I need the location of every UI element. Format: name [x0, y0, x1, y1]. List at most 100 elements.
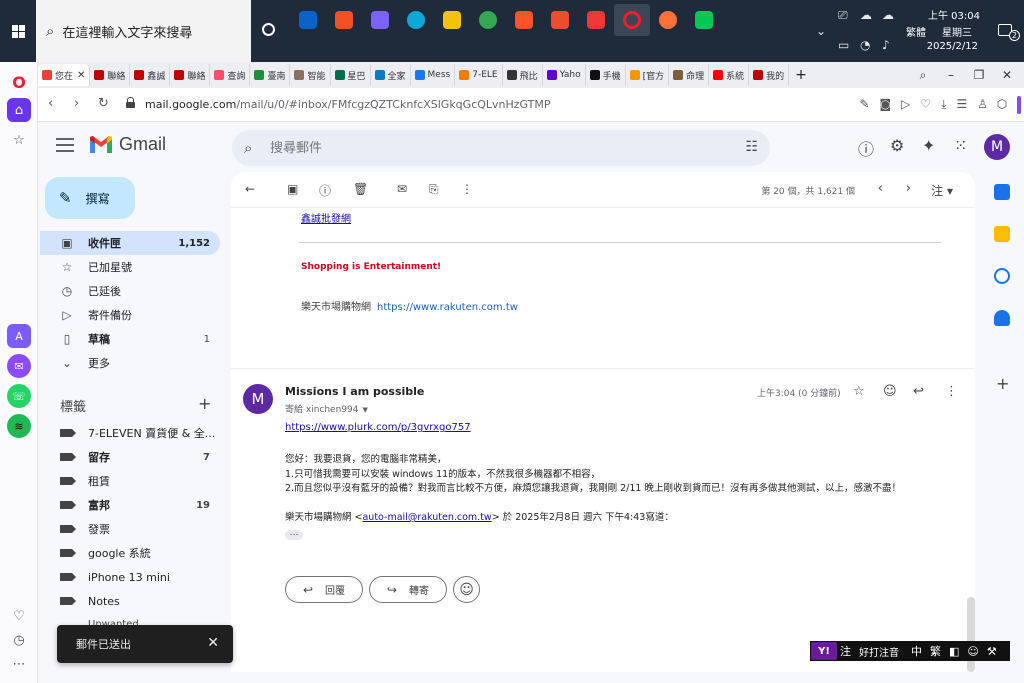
tab-search-icon[interactable]: ⌕: [910, 62, 936, 88]
archive-icon[interactable]: ▣: [287, 182, 298, 196]
browser-tab[interactable]: 星巴: [331, 64, 371, 86]
browser-tab[interactable]: [官方: [626, 64, 670, 86]
gmail-logo[interactable]: Gmail: [88, 134, 166, 155]
label-item[interactable]: iPhone 13 mini: [40, 565, 220, 589]
previous-message-link[interactable]: 鑫誠批發網: [301, 210, 351, 225]
newer-icon[interactable]: ‹: [878, 181, 883, 196]
browser-tab[interactable]: 命理: [669, 64, 710, 86]
forward-icon[interactable]: ›: [74, 96, 79, 111]
forward-button[interactable]: ↪ 轉寄: [369, 576, 447, 603]
settings-gear-icon[interactable]: ⚙: [890, 136, 904, 155]
restore-button[interactable]: ❐: [966, 62, 992, 88]
star-icon[interactable]: ☆: [853, 384, 865, 399]
label-item[interactable]: 富邦 19: [40, 493, 220, 517]
chrome-app-icon[interactable]: [470, 4, 506, 36]
new-tab-button[interactable]: +: [795, 67, 807, 83]
clock-time[interactable]: 上午 03:04: [928, 7, 980, 22]
search-options-icon[interactable]: ☷: [745, 139, 758, 155]
browser-tab[interactable]: 鑫誠: [130, 64, 171, 86]
edit-icon[interactable]: ✎: [859, 97, 869, 112]
input-tools-select[interactable]: 注 ▾: [931, 182, 953, 199]
browser-tab[interactable]: Yaho: [543, 64, 586, 86]
compose-button[interactable]: ✎ 撰寫: [45, 177, 135, 219]
browser-tab[interactable]: 您在 ✕: [38, 64, 91, 86]
lock-icon[interactable]: [126, 97, 135, 108]
shopee-app-icon[interactable]: [542, 4, 578, 36]
messenger-icon[interactable]: ✉: [7, 354, 31, 378]
mark-unread-icon[interactable]: ✉: [397, 182, 407, 196]
close-tab-icon[interactable]: ✕: [77, 70, 85, 81]
volume-icon[interactable]: ♪: [882, 38, 890, 52]
browser-tab[interactable]: 系統: [709, 64, 750, 86]
browser-tab[interactable]: 全家: [371, 64, 411, 86]
browser-tab[interactable]: 我的: [749, 64, 790, 86]
search-icon[interactable]: ⌕: [244, 139, 252, 157]
close-window-button[interactable]: ✕: [994, 62, 1020, 88]
keep-icon[interactable]: [994, 226, 1010, 242]
older-icon[interactable]: ›: [906, 181, 911, 196]
line-app-icon[interactable]: [686, 4, 722, 36]
emoji-button[interactable]: ☺: [453, 576, 480, 603]
vivaldi-app-icon[interactable]: [578, 4, 614, 36]
help-icon[interactable]: ⓘ: [858, 136, 874, 160]
label-item[interactable]: 租賃: [40, 469, 220, 493]
history-icon[interactable]: ◷: [7, 628, 31, 652]
aria-ai-icon[interactable]: A: [7, 324, 31, 348]
ime-script[interactable]: 繁: [930, 643, 941, 659]
show-hidden-icons-chevron-icon[interactable]: ⌄: [816, 24, 826, 38]
report-spam-icon[interactable]: ⓘ: [319, 182, 331, 199]
browser-tab[interactable]: 查詢: [210, 64, 251, 86]
whatsapp-icon[interactable]: ☏: [7, 384, 31, 408]
file-explorer-app-icon[interactable]: [434, 4, 470, 36]
edge-app-icon[interactable]: [398, 4, 434, 36]
more-actions-icon[interactable]: ⋮: [461, 182, 473, 196]
phone-link-icon[interactable]: ⎚: [838, 8, 848, 23]
nav-item[interactable]: ▯ 草稿 1: [40, 327, 220, 351]
mail-search-input[interactable]: [270, 138, 710, 158]
show-trimmed-content-button[interactable]: …: [285, 529, 303, 540]
tasks-icon[interactable]: [994, 268, 1010, 284]
copilot-app-icon[interactable]: [362, 4, 398, 36]
spotify-icon[interactable]: ≋: [7, 414, 31, 438]
google-apps-icon[interactable]: ⁙: [954, 136, 967, 155]
profile-icon[interactable]: ♙: [977, 97, 988, 112]
download-icon[interactable]: ⤓: [941, 97, 946, 112]
firefox-app-icon[interactable]: [650, 4, 686, 36]
store-app-icon[interactable]: [326, 4, 362, 36]
camera-icon[interactable]: ◙: [880, 97, 892, 112]
battery-icon[interactable]: ▭: [838, 38, 849, 52]
outlook-app-icon[interactable]: [290, 4, 326, 36]
calendar-icon[interactable]: [994, 184, 1010, 200]
favorites-heart-icon[interactable]: ♡: [7, 604, 31, 628]
move-to-icon[interactable]: ⎘: [429, 182, 439, 197]
heart-icon[interactable]: ♡: [920, 97, 931, 112]
cloud-off-icon[interactable]: ☁: [860, 8, 872, 22]
ime-lang[interactable]: 中: [911, 643, 922, 659]
quote-email-link[interactable]: auto-mail@rakuten.com.tw: [362, 512, 491, 523]
clock-weekday[interactable]: 星期三: [942, 24, 972, 39]
browser-tab[interactable]: 智能: [290, 64, 331, 86]
ime-halfwidth-icon[interactable]: ◧: [949, 645, 959, 658]
sender-avatar[interactable]: M: [243, 384, 273, 414]
browser-tab[interactable]: 7-ELE: [455, 64, 503, 86]
ime-punct-icon[interactable]: ☺: [967, 645, 978, 658]
ime-mode[interactable]: 注: [840, 643, 851, 659]
clock-date[interactable]: 2025/2/12: [927, 41, 978, 52]
browser-tab[interactable]: 飛比: [503, 64, 543, 86]
message-more-icon[interactable]: ⋮: [945, 384, 958, 399]
nav-item[interactable]: ◷ 已延後: [40, 279, 220, 303]
minimize-button[interactable]: –: [938, 62, 964, 88]
browser-tab[interactable]: 聯絡: [90, 64, 131, 86]
label-item[interactable]: google 系統: [40, 541, 220, 565]
easy-setup-icon[interactable]: ☰: [956, 97, 967, 112]
browser-tab[interactable]: 聯絡: [170, 64, 211, 86]
close-snackbar-icon[interactable]: ✕: [207, 635, 219, 651]
onedrive-icon[interactable]: ☁: [882, 8, 894, 22]
send-icon[interactable]: ▷: [901, 97, 910, 112]
add-label-icon[interactable]: +: [198, 394, 211, 413]
back-icon[interactable]: ‹: [48, 96, 53, 111]
emoji-reaction-icon[interactable]: ☺: [883, 384, 897, 399]
browser-tab[interactable]: 臺南: [250, 64, 291, 86]
more-options-icon[interactable]: ⋯: [7, 652, 31, 676]
opera-menu-icon[interactable]: O: [7, 70, 31, 94]
